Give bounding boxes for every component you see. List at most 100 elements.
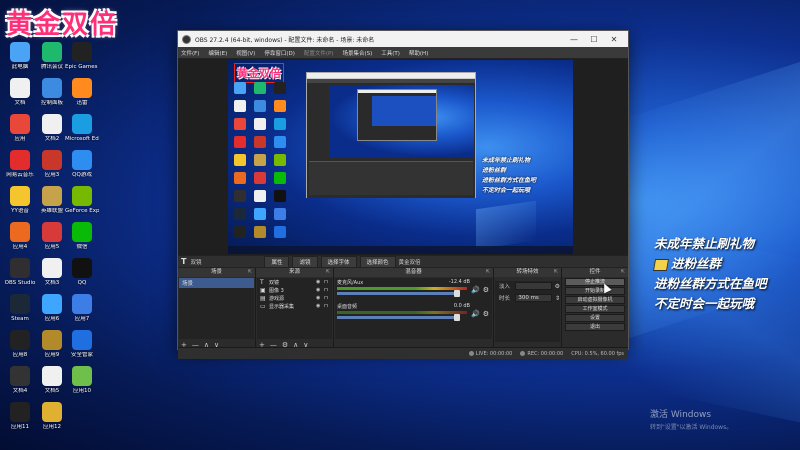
menu-docks[interactable]: 停靠窗口(D): [264, 49, 295, 57]
desktop-icon[interactable]: 应用7: [66, 294, 98, 322]
desktop-icon[interactable]: 应用3: [36, 150, 68, 178]
visibility-icon[interactable]: ◉: [316, 303, 324, 309]
desktop-icon[interactable]: Microsoft Edge: [65, 114, 99, 142]
preview-area[interactable]: 黄金双倍 未成年禁止刷礼物 进粉丝群 进粉丝群方式在鱼吧 不定时会一起玩哦: [178, 59, 628, 255]
desktop-icon[interactable]: 文档3: [36, 258, 68, 286]
desktop-icon[interactable]: 应用5: [36, 222, 68, 250]
controls-dock-title: 控件: [589, 269, 601, 275]
desktop-icon[interactable]: 应用9: [36, 330, 68, 358]
move-down-icon[interactable]: ∨: [214, 341, 219, 349]
desktop-icon[interactable]: 文档4: [4, 366, 36, 394]
desktop-icon[interactable]: 网易云音乐: [4, 150, 36, 178]
move-up-icon[interactable]: ∧: [293, 341, 298, 349]
menu-file[interactable]: 文件(F): [181, 49, 199, 57]
desktop-icon[interactable]: 此电脑: [4, 42, 36, 70]
desktop-icon[interactable]: YY语音: [4, 186, 36, 214]
volume-fader[interactable]: [337, 290, 460, 297]
preview-watermark-source[interactable]: 黄金双倍: [234, 63, 284, 83]
menu-tools[interactable]: 工具(T): [381, 49, 400, 57]
preview-app-icon: [234, 190, 246, 202]
desktop-icon[interactable]: 英雄联盟: [36, 186, 68, 214]
obs-titlebar[interactable]: OBS 27.2.4 (64-bit, windows) - 配置文件: 未命名…: [178, 31, 628, 47]
desktop-icon[interactable]: 迅雷: [66, 78, 98, 106]
gear-icon[interactable]: ⚙: [555, 283, 560, 290]
desktop-icon[interactable]: 安全管家: [66, 330, 98, 358]
desktop-icon[interactable]: QQ游戏: [66, 150, 98, 178]
start-virtual-camera-button[interactable]: 启动虚拟摄像机: [565, 296, 625, 304]
menu-view[interactable]: 视图(V): [236, 49, 255, 57]
gear-icon[interactable]: ⚙: [483, 310, 489, 318]
desktop-icon[interactable]: 文档5: [36, 366, 68, 394]
start-recording-button[interactable]: 开始录制: [565, 287, 625, 295]
source-settings-icon[interactable]: ⚙: [282, 341, 288, 349]
lock-icon[interactable]: ⊓: [324, 287, 332, 293]
maximize-icon[interactable]: ☐: [584, 35, 604, 44]
app-icon: [72, 78, 92, 98]
stop-streaming-button[interactable]: 停止推流: [565, 278, 625, 286]
visibility-icon[interactable]: ◉: [316, 279, 324, 285]
move-down-icon[interactable]: ∨: [303, 341, 308, 349]
desktop-icon[interactable]: GeForce Experience: [65, 186, 99, 214]
lock-icon[interactable]: ⊓: [324, 303, 332, 309]
preview-app-icon: [254, 118, 266, 130]
desktop-icon[interactable]: 应用: [4, 114, 36, 142]
desktop-icon-label: 应用5: [44, 244, 60, 250]
settings-button[interactable]: 设置: [565, 314, 625, 322]
menu-edit[interactable]: 编辑(E): [208, 49, 227, 57]
source-item[interactable]: ▣ 图像 3 ◉ ⊓: [257, 286, 332, 294]
preview-canvas[interactable]: 黄金双倍 未成年禁止刷礼物 进粉丝群 进粉丝群方式在鱼吧 不定时会一起玩哦: [228, 60, 573, 254]
desktop-icon[interactable]: QQ: [66, 258, 98, 286]
menu-profile[interactable]: 配置文件(P): [304, 49, 334, 57]
duration-input[interactable]: 300 ms: [515, 294, 552, 302]
desktop-icon[interactable]: 控制面板: [36, 78, 68, 106]
add-scene-icon[interactable]: +: [181, 341, 187, 349]
spin-arrows-icon[interactable]: ⇕: [555, 295, 560, 302]
overlay-line-2: 进粉丝群: [671, 256, 722, 271]
source-item[interactable]: ▤ 游戏源 ◉ ⊓: [257, 294, 332, 302]
desktop-icon[interactable]: Steam: [4, 294, 36, 322]
volume-fader[interactable]: [337, 314, 460, 321]
preview-overlay-text: 未成年禁止刷礼物 进粉丝群 进粉丝群方式在鱼吧 不定时会一起玩哦: [482, 157, 537, 194]
visibility-icon[interactable]: ◉: [316, 295, 324, 301]
transition-select[interactable]: [515, 282, 552, 290]
filters-button[interactable]: 滤镜: [292, 255, 318, 268]
desktop-icon[interactable]: 腾讯会议: [36, 42, 68, 70]
speaker-icon[interactable]: 🔊: [471, 286, 480, 294]
select-font-button[interactable]: 选择字体: [320, 255, 357, 268]
desktop-icon[interactable]: 文档2: [36, 114, 68, 142]
lock-icon[interactable]: ⊓: [324, 279, 332, 285]
move-up-icon[interactable]: ∧: [204, 341, 209, 349]
select-color-button[interactable]: 选择颜色: [359, 255, 396, 268]
remove-source-icon[interactable]: —: [270, 341, 277, 349]
studio-mode-button[interactable]: 工作室模式: [565, 305, 625, 313]
desktop-icon[interactable]: Epic Games Launcher: [65, 42, 99, 70]
source-item[interactable]: T 双镜 ◉ ⊓: [257, 278, 332, 286]
desktop-icon[interactable]: 应用12: [36, 402, 68, 430]
desktop-icon-label: YY语音: [11, 208, 29, 214]
gear-icon[interactable]: ⚙: [483, 286, 489, 294]
desktop-icon[interactable]: 应用10: [66, 366, 98, 394]
desktop-icon[interactable]: 应用11: [4, 402, 36, 430]
source-item[interactable]: ▭ 显示器采集 ◉ ⊓: [257, 302, 332, 310]
desktop-icon[interactable]: 微信: [66, 222, 98, 250]
fader-knob[interactable]: [454, 290, 460, 297]
lock-icon[interactable]: ⊓: [324, 295, 332, 301]
windows-logo-reflection: [476, 200, 536, 250]
close-icon[interactable]: ✕: [604, 35, 624, 44]
scene-item[interactable]: 场景: [179, 278, 254, 288]
properties-button[interactable]: 属性: [264, 255, 290, 268]
desktop-icon[interactable]: 应用6: [36, 294, 68, 322]
add-source-icon[interactable]: +: [259, 341, 265, 349]
visibility-icon[interactable]: ◉: [316, 287, 324, 293]
desktop-icon[interactable]: OBS Studio: [4, 258, 36, 286]
exit-button[interactable]: 退出: [565, 323, 625, 331]
remove-scene-icon[interactable]: —: [192, 341, 199, 349]
desktop-icon[interactable]: 文档: [4, 78, 36, 106]
desktop-icon[interactable]: 应用4: [4, 222, 36, 250]
desktop-icon[interactable]: 应用8: [4, 330, 36, 358]
minimize-icon[interactable]: —: [564, 35, 584, 44]
menu-scene-collection[interactable]: 场景集合(S): [342, 49, 372, 57]
speaker-icon[interactable]: 🔊: [471, 310, 480, 318]
fader-knob[interactable]: [454, 314, 460, 321]
menu-help[interactable]: 帮助(H): [409, 49, 428, 57]
